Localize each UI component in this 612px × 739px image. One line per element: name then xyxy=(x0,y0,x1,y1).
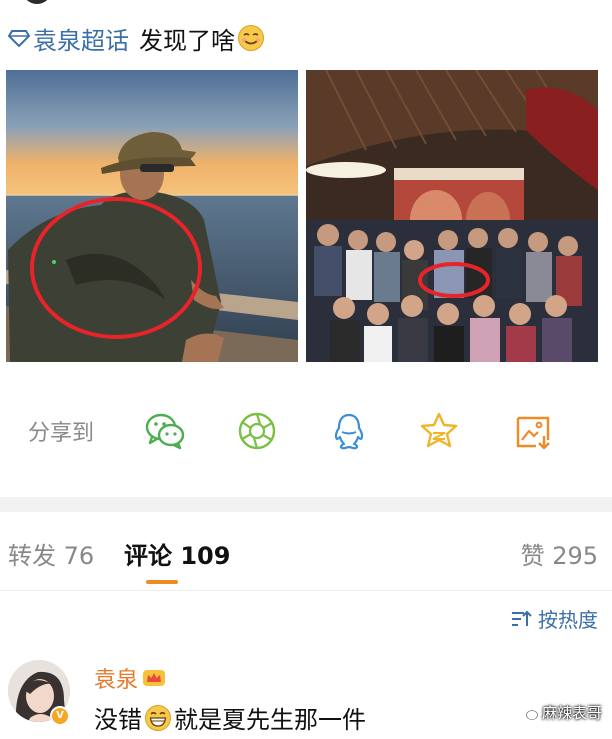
topic-link[interactable]: 袁泉超话 xyxy=(8,21,129,56)
post-photo-2[interactable] xyxy=(306,70,598,362)
post-photo-1[interactable] xyxy=(6,70,298,362)
share-label: 分享到 xyxy=(28,421,95,446)
watermark: 麻辣表哥 xyxy=(518,702,602,723)
comment-username[interactable]: 袁泉 xyxy=(94,662,166,694)
verified-badge: V xyxy=(50,706,70,726)
sort-by-hot-button[interactable]: 按热度 xyxy=(510,604,598,633)
comment-text-before: 没错 xyxy=(94,706,142,734)
topic-label[interactable]: 袁泉超话 xyxy=(33,21,129,56)
post-body: 发现了啥 xyxy=(139,26,235,55)
sort-icon xyxy=(512,610,532,626)
crown-icon xyxy=(143,670,166,686)
diamond-icon xyxy=(8,30,30,47)
comment-text: 没错 就是夏先生那一件 xyxy=(94,700,366,735)
tab-repost[interactable]: 转发 76 xyxy=(8,536,94,571)
tabs-divider xyxy=(0,590,612,591)
group-photo-image xyxy=(306,70,598,362)
share-bar: 分享到 xyxy=(0,404,612,458)
comment-text-after: 就是夏先生那一件 xyxy=(174,706,366,734)
save-image-icon[interactable] xyxy=(512,410,554,452)
post-text: 袁泉超话 发现了啥 xyxy=(8,20,265,56)
star-icon[interactable] xyxy=(418,410,460,452)
grin-emoji-icon xyxy=(145,704,171,731)
qq-icon[interactable] xyxy=(328,410,370,452)
tab-like[interactable]: 赞 295 xyxy=(521,536,598,571)
username-label[interactable]: 袁泉 xyxy=(94,662,138,694)
moments-icon[interactable] xyxy=(236,410,278,452)
active-tab-indicator xyxy=(146,580,178,584)
comment-tabs: 转发 76 评论 109 赞 295 xyxy=(0,530,612,584)
section-divider xyxy=(0,497,612,512)
sunset-photo-image xyxy=(6,70,298,362)
comment-item: V 袁泉 没错 就是夏先生那一件 xyxy=(0,656,612,739)
wechat-watermark-icon xyxy=(518,705,538,720)
watermark-text: 麻辣表哥 xyxy=(541,704,602,722)
sort-label[interactable]: 按热度 xyxy=(538,604,598,633)
poster-avatar-partial[interactable] xyxy=(22,0,52,4)
smirk-emoji-icon xyxy=(238,25,264,51)
tab-comment[interactable]: 评论 109 xyxy=(124,536,230,571)
wechat-icon[interactable] xyxy=(144,410,186,452)
